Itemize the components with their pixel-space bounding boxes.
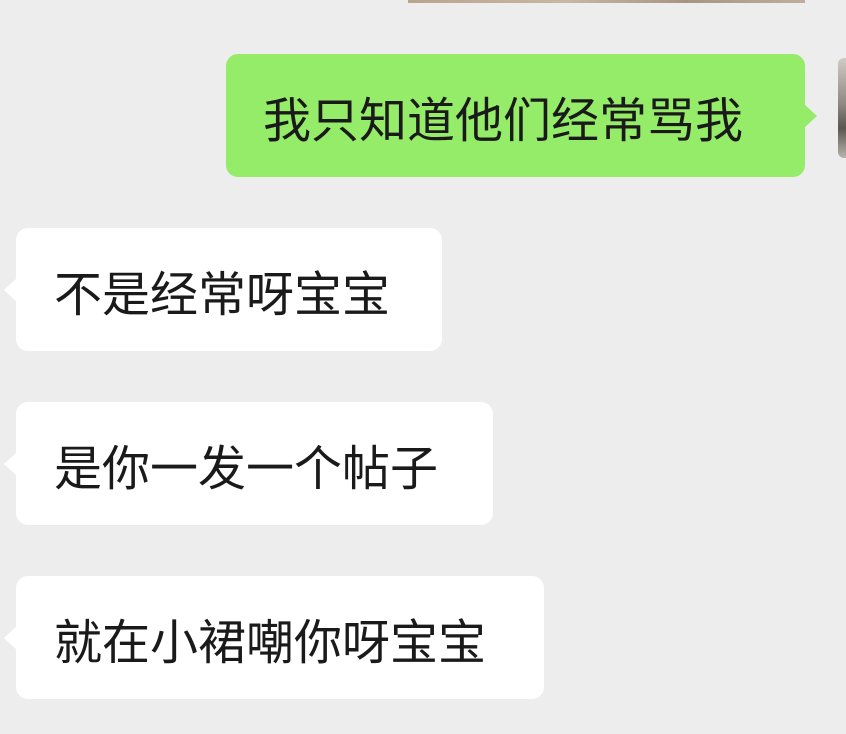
previous-image-message[interactable] [408, 0, 805, 3]
message-bubble-received[interactable]: 就在小裙嘲你呀宝宝 [4, 576, 544, 699]
message-bubble-received[interactable]: 是你一发一个帖子 [4, 402, 493, 525]
avatar[interactable] [838, 58, 846, 158]
bubble-tail [804, 103, 817, 128]
message-text: 我只知道他们经常骂我 [263, 92, 744, 149]
message-bubble-sent[interactable]: 我只知道他们经常骂我 [226, 54, 817, 177]
message-text: 是你一发一个帖子 [54, 440, 439, 497]
bubble-tail [4, 277, 17, 302]
message-text: 就在小裙嘲你呀宝宝 [54, 614, 487, 671]
bubble-tail [4, 451, 17, 476]
message-text: 不是经常呀宝宝 [54, 266, 391, 323]
message-bubble-received[interactable]: 不是经常呀宝宝 [4, 228, 442, 351]
bubble-tail [4, 625, 17, 650]
